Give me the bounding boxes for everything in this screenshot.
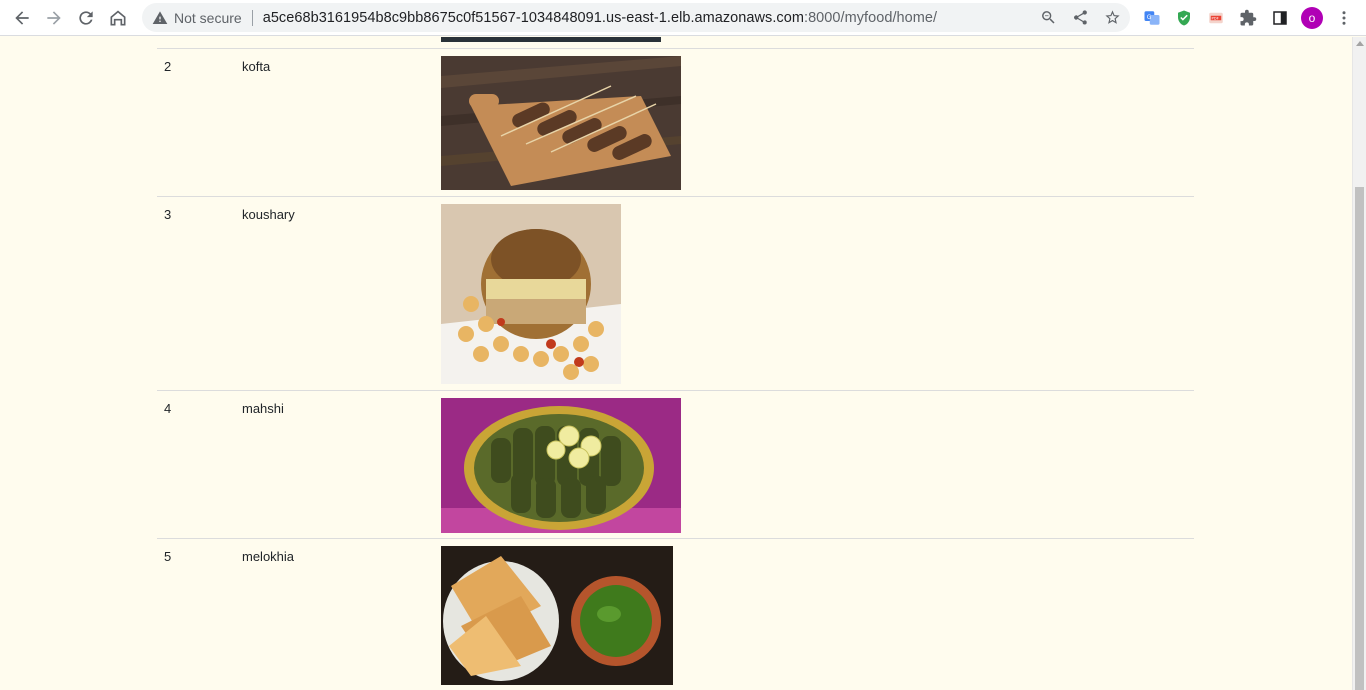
previous-food-image-edge — [441, 37, 661, 42]
puzzle-icon — [1240, 9, 1257, 26]
url-path: :8000/myfood/home/ — [803, 9, 938, 26]
koushary-photo — [441, 204, 621, 384]
table-row: 3 koushary — [157, 196, 1194, 390]
table-row: 2 kofta — [157, 48, 1194, 196]
food-name: koushary — [242, 207, 295, 222]
kofta-photo — [441, 56, 681, 190]
arrow-right-icon — [47, 10, 61, 25]
svg-text:G: G — [1147, 14, 1152, 21]
translate-icon: G — [1144, 11, 1160, 25]
home-button[interactable] — [102, 2, 134, 34]
omnibox-actions — [1036, 3, 1124, 32]
shield-icon — [1178, 10, 1190, 26]
food-name: melokhia — [242, 549, 295, 564]
url-host: a5ce68b3161954b8c9bb8675c0f51567-1034848… — [262, 9, 804, 26]
share-icon — [1073, 10, 1087, 25]
reload-button[interactable] — [70, 2, 102, 34]
reload-icon — [79, 10, 93, 25]
browser-toolbar: Not secure a5ce68b3161954b8c9bb8675c0f51… — [0, 0, 1366, 36]
table-row: 5 melokhia — [157, 538, 1194, 690]
menu-button[interactable] — [1328, 4, 1360, 32]
extensions-button[interactable] — [1232, 4, 1264, 32]
nav-buttons — [6, 2, 134, 34]
avatar: o — [1301, 7, 1323, 29]
table-row: 4 mahshi — [157, 390, 1194, 538]
star-icon — [1104, 10, 1120, 24]
melokhia-photo — [441, 546, 673, 685]
food-name: kofta — [242, 59, 271, 74]
food-id: 5 — [164, 549, 172, 564]
food-id: 4 — [164, 401, 172, 416]
share-button[interactable] — [1068, 6, 1092, 30]
translate-extension[interactable]: G — [1136, 4, 1168, 32]
bookmark-button[interactable] — [1100, 6, 1124, 30]
page-content: 2 kofta 3 koushary 4 mahshi 5 melokhia — [0, 37, 1352, 690]
scroll-up-arrow-icon[interactable] — [1356, 41, 1364, 46]
pdf-extension[interactable]: PDF — [1200, 4, 1232, 32]
kebab-menu-icon — [1342, 11, 1346, 25]
side-panel-icon — [1273, 11, 1287, 25]
zoom-button[interactable] — [1036, 6, 1060, 30]
mahshi-photo — [441, 398, 681, 533]
address-bar[interactable]: Not secure a5ce68b3161954b8c9bb8675c0f51… — [142, 3, 1130, 32]
side-panel-button[interactable] — [1264, 4, 1296, 32]
security-status[interactable]: Not secure — [174, 10, 242, 26]
food-id: 2 — [164, 59, 172, 74]
omnibox-divider — [251, 9, 253, 26]
warning-icon[interactable] — [152, 10, 168, 26]
url-text[interactable]: a5ce68b3161954b8c9bb8675c0f51567-1034848… — [263, 10, 937, 26]
food-id: 3 — [164, 207, 172, 222]
food-name: mahshi — [242, 401, 284, 416]
shield-extension[interactable] — [1168, 4, 1200, 32]
scroll-thumb[interactable] — [1355, 187, 1364, 690]
svg-text:PDF: PDF — [1212, 17, 1219, 21]
pdf-icon: PDF — [1209, 12, 1223, 24]
page-scrollbar[interactable] — [1352, 37, 1366, 690]
zoom-icon — [1041, 11, 1055, 24]
forward-button[interactable] — [38, 2, 70, 34]
arrow-left-icon — [15, 10, 29, 25]
home-icon — [110, 10, 126, 25]
profile-button[interactable]: o — [1296, 4, 1328, 32]
back-button[interactable] — [6, 2, 38, 34]
extensions-area: G PDF o — [1136, 4, 1360, 32]
